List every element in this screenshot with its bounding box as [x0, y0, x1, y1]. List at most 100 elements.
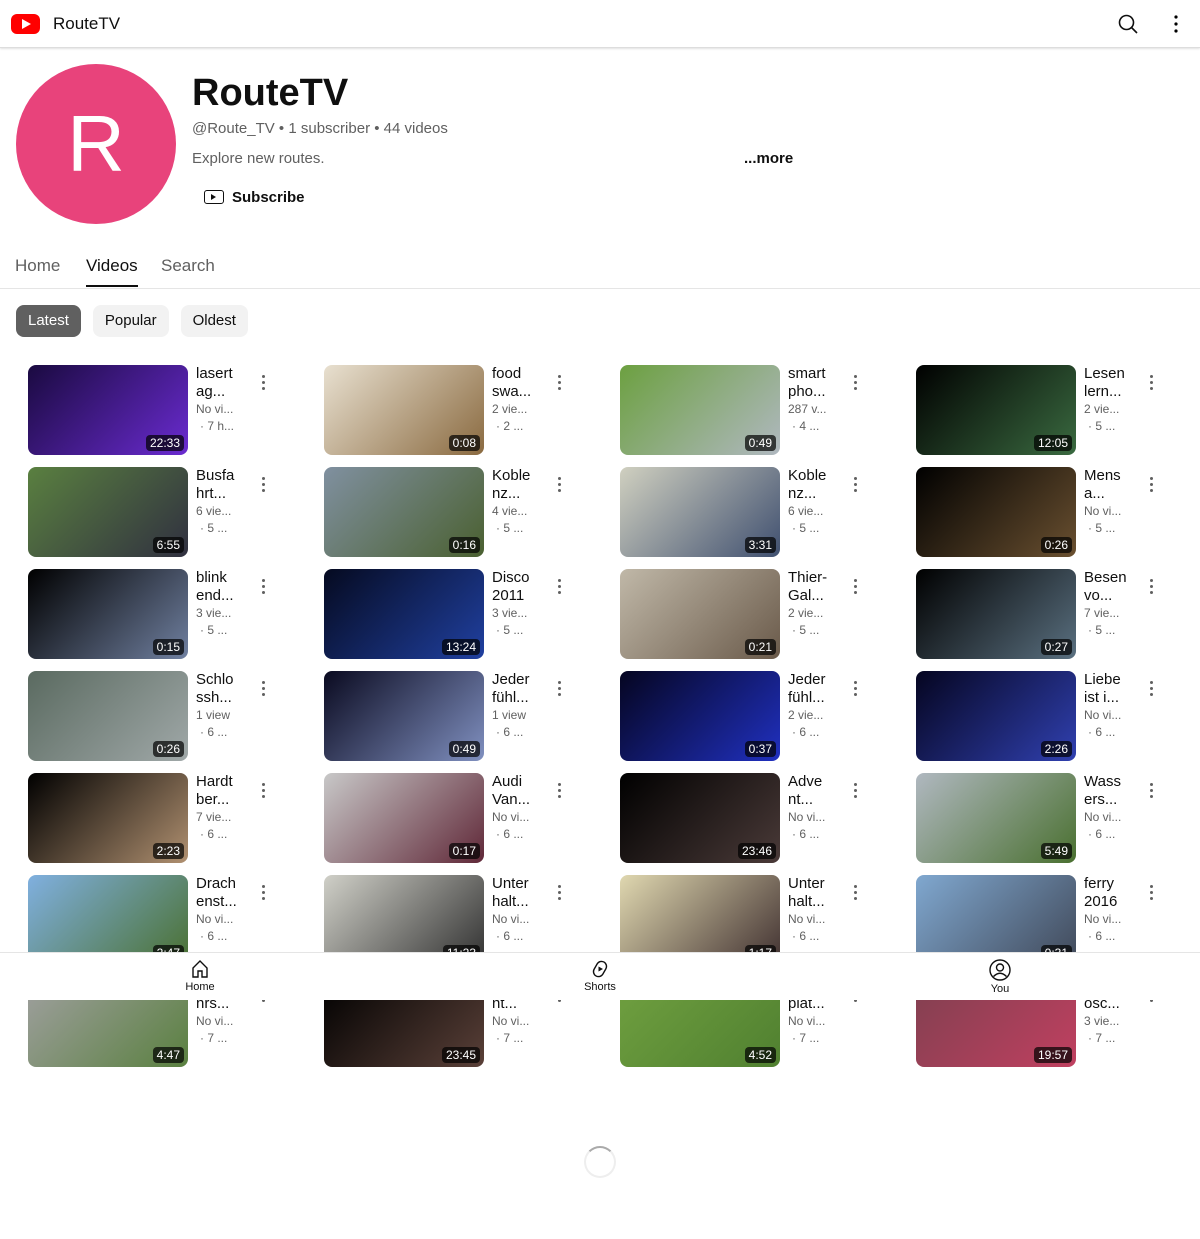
video-thumbnail[interactable]: 0:37 [620, 671, 780, 761]
video-title[interactable]: Jeder fühl... [788, 671, 848, 707]
video-title[interactable]: Drach enst... [196, 875, 256, 911]
video-card[interactable]: 12:05 Lesen lern... 2 vie... · 5 ... [916, 365, 1196, 455]
video-thumbnail[interactable]: 5:49 [916, 773, 1076, 863]
video-title[interactable]: Audi Van... [492, 773, 552, 809]
video-card[interactable]: 0:27 Besen vo... 7 vie... · 5 ... [916, 569, 1196, 659]
video-title[interactable]: Adve nt... [788, 773, 848, 809]
video-title[interactable]: smart pho... [788, 365, 848, 401]
video-title[interactable]: Unter halt... [788, 875, 848, 911]
video-menu-icon[interactable] [558, 681, 562, 701]
video-title[interactable]: Koble nz... [492, 467, 552, 503]
video-thumbnail[interactable]: 0:27 [916, 569, 1076, 659]
video-title[interactable]: Lesen lern... [1084, 365, 1144, 401]
video-thumbnail[interactable]: 23:46 [620, 773, 780, 863]
video-card[interactable]: 0:26 Mens a... No vi... · 5 ... [916, 467, 1196, 557]
tab-search[interactable]: Search [161, 256, 215, 276]
video-card[interactable]: 13:24 Disco 2011 3 vie... · 5 ... [324, 569, 604, 659]
video-menu-icon[interactable] [854, 681, 858, 701]
video-card[interactable]: 0:26 Schlo ssh... 1 view · 6 ... [28, 671, 308, 761]
subscribe-button[interactable]: Subscribe [196, 182, 313, 212]
video-card[interactable]: 0:15 blink end... 3 vie... · 5 ... [28, 569, 308, 659]
video-menu-icon[interactable] [1150, 885, 1154, 905]
video-card[interactable]: 5:49 Wass ers... No vi... · 6 ... [916, 773, 1196, 863]
video-card[interactable]: 0:49 Jeder fühl... 1 view · 6 ... [324, 671, 604, 761]
video-card[interactable]: 3:31 Koble nz... 6 vie... · 5 ... [620, 467, 900, 557]
video-card[interactable]: 0:49 smart pho... 287 v... · 4 ... [620, 365, 900, 455]
video-thumbnail[interactable]: 0:08 [324, 365, 484, 455]
video-menu-icon[interactable] [854, 375, 858, 395]
video-card[interactable]: 22:33 lasert ag... No vi... · 7 h... [28, 365, 308, 455]
video-menu-icon[interactable] [262, 375, 266, 395]
video-menu-icon[interactable] [854, 579, 858, 599]
video-thumbnail[interactable]: 12:05 [916, 365, 1076, 455]
video-menu-icon[interactable] [854, 783, 858, 803]
video-menu-icon[interactable] [1150, 681, 1154, 701]
search-icon[interactable] [1118, 14, 1138, 34]
video-menu-icon[interactable] [558, 885, 562, 905]
video-thumbnail[interactable]: 2:26 [916, 671, 1076, 761]
video-thumbnail[interactable]: 0:49 [324, 671, 484, 761]
video-title[interactable]: Wass ers... [1084, 773, 1144, 809]
video-title[interactable]: Koble nz... [788, 467, 848, 503]
video-card[interactable]: 0:16 Koble nz... 4 vie... · 5 ... [324, 467, 604, 557]
video-card[interactable]: 0:37 Jeder fühl... 2 vie... · 6 ... [620, 671, 900, 761]
video-menu-icon[interactable] [558, 477, 562, 497]
nav-home[interactable]: Home [160, 959, 240, 993]
video-title[interactable]: blink end... [196, 569, 256, 605]
video-menu-icon[interactable] [558, 579, 562, 599]
video-menu-icon[interactable] [262, 885, 266, 905]
video-card[interactable]: 2:23 Hardt ber... 7 vie... · 6 ... [28, 773, 308, 863]
video-thumbnail[interactable]: 2:23 [28, 773, 188, 863]
chip-popular[interactable]: Popular [92, 305, 169, 337]
video-title[interactable]: Hardt ber... [196, 773, 256, 809]
video-menu-icon[interactable] [854, 885, 858, 905]
video-title[interactable]: Jeder fühl... [492, 671, 552, 707]
video-title[interactable]: Schlo ssh... [196, 671, 256, 707]
video-menu-icon[interactable] [262, 681, 266, 701]
more-description-link[interactable]: ...more [744, 150, 793, 167]
video-title[interactable]: lasert ag... [196, 365, 256, 401]
video-title[interactable]: food swa... [492, 365, 552, 401]
video-menu-icon[interactable] [262, 579, 266, 599]
video-thumbnail[interactable]: 0:16 [324, 467, 484, 557]
video-title[interactable]: Liebe ist i... [1084, 671, 1144, 707]
video-menu-icon[interactable] [262, 783, 266, 803]
video-title[interactable]: Thier- Gal... [788, 569, 848, 605]
video-card[interactable]: 6:55 Busfa hrt... 6 vie... · 5 ... [28, 467, 308, 557]
video-menu-icon[interactable] [1150, 783, 1154, 803]
video-menu-icon[interactable] [558, 783, 562, 803]
video-title[interactable]: ferry 2016 [1084, 875, 1144, 911]
chip-latest[interactable]: Latest [16, 305, 81, 337]
more-vert-icon[interactable] [1166, 14, 1186, 34]
video-title[interactable]: Busfa hrt... [196, 467, 256, 503]
video-title[interactable]: Disco 2011 [492, 569, 552, 605]
chip-oldest[interactable]: Oldest [180, 305, 248, 337]
video-card[interactable]: 0:21 Thier- Gal... 2 vie... · 5 ... [620, 569, 900, 659]
video-thumbnail[interactable]: 0:26 [916, 467, 1076, 557]
video-thumbnail[interactable]: 0:49 [620, 365, 780, 455]
video-title[interactable]: Mens a... [1084, 467, 1144, 503]
video-thumbnail[interactable]: 22:33 [28, 365, 188, 455]
video-card[interactable]: 23:46 Adve nt... No vi... · 6 ... [620, 773, 900, 863]
video-menu-icon[interactable] [1150, 477, 1154, 497]
video-thumbnail[interactable]: 0:17 [324, 773, 484, 863]
tab-home[interactable]: Home [15, 256, 60, 276]
video-menu-icon[interactable] [262, 477, 266, 497]
video-card[interactable]: 0:17 Audi Van... No vi... · 6 ... [324, 773, 604, 863]
video-thumbnail[interactable]: 0:26 [28, 671, 188, 761]
video-thumbnail[interactable]: 6:55 [28, 467, 188, 557]
video-thumbnail[interactable]: 13:24 [324, 569, 484, 659]
video-thumbnail[interactable]: 3:31 [620, 467, 780, 557]
nav-you[interactable]: You [960, 959, 1040, 995]
video-menu-icon[interactable] [854, 477, 858, 497]
tab-videos[interactable]: Videos [86, 256, 138, 287]
video-thumbnail[interactable]: 0:15 [28, 569, 188, 659]
video-menu-icon[interactable] [1150, 375, 1154, 395]
video-thumbnail[interactable]: 0:21 [620, 569, 780, 659]
video-title[interactable]: Besen vo... [1084, 569, 1144, 605]
nav-shorts[interactable]: Shorts [560, 959, 640, 993]
video-menu-icon[interactable] [1150, 579, 1154, 599]
video-card[interactable]: 0:08 food swa... 2 vie... · 2 ... [324, 365, 604, 455]
video-card[interactable]: 2:26 Liebe ist i... No vi... · 6 ... [916, 671, 1196, 761]
youtube-logo-icon[interactable] [11, 14, 40, 34]
